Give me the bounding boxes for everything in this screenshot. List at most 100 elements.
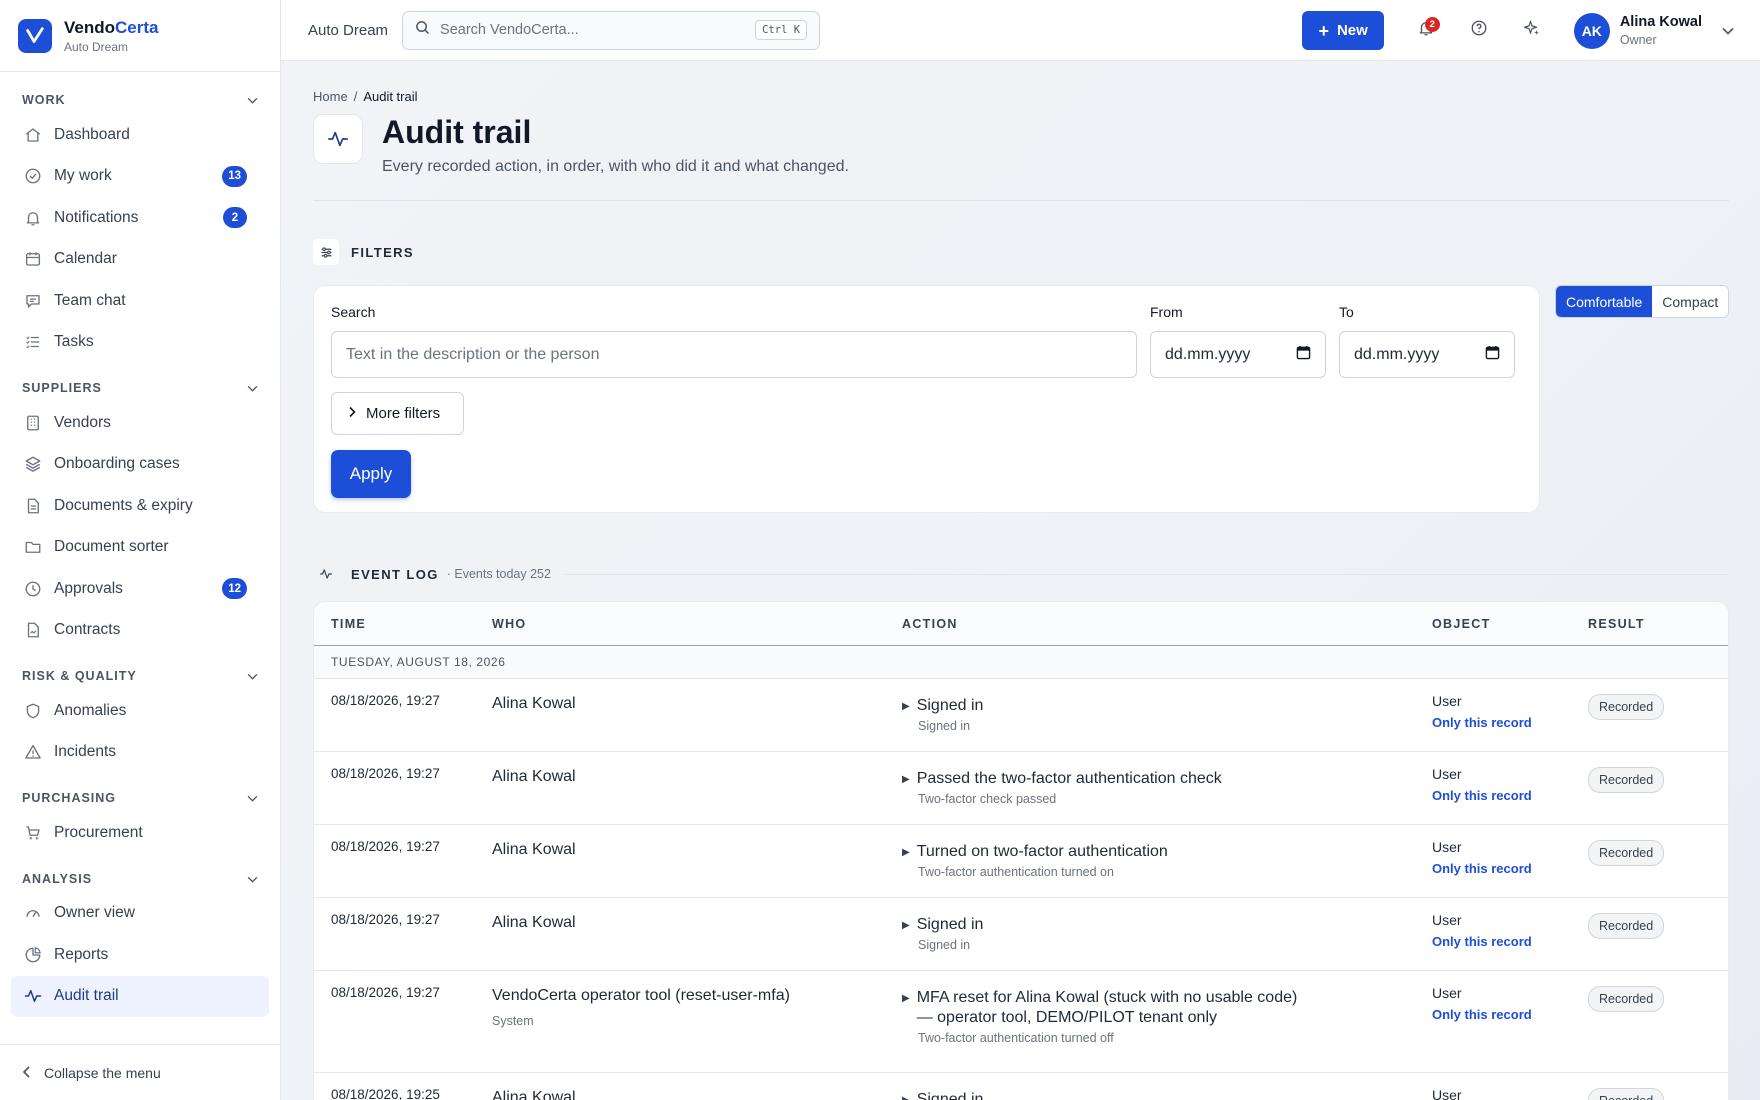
sidebar-item-reports[interactable]: Reports: [0, 934, 269, 976]
expand-triangle-icon[interactable]: ▶: [902, 989, 910, 1007]
sidebar-item-procurement[interactable]: Procurement: [0, 812, 269, 854]
plus-icon: +: [1318, 20, 1329, 41]
chevron-down-icon: [247, 669, 258, 683]
nav-section-work[interactable]: WORK: [0, 86, 280, 114]
activity-icon: [313, 114, 363, 164]
sidebar-item-documents-and-expiry[interactable]: Documents & expiry: [0, 485, 269, 527]
column-header-action[interactable]: ACTION: [902, 617, 1432, 631]
only-this-record-link[interactable]: Only this record: [1432, 934, 1588, 949]
expand-triangle-icon[interactable]: ▶: [902, 916, 910, 934]
apply-button[interactable]: Apply: [331, 450, 411, 498]
notifications-button[interactable]: 2: [1406, 11, 1446, 51]
only-this-record-link[interactable]: Only this record: [1432, 715, 1588, 730]
expand-triangle-icon[interactable]: ▶: [902, 770, 910, 788]
only-this-record-link[interactable]: Only this record: [1432, 1007, 1588, 1022]
chevron-down-icon: [247, 791, 258, 805]
table-row[interactable]: 08/18/2026, 19:27 Alina Kowal ▶ Signed in Si…: [314, 679, 1728, 752]
expand-triangle-icon[interactable]: ▶: [902, 1091, 910, 1100]
sidebar-item-approvals[interactable]: Approvals 12: [0, 568, 269, 610]
sidebar-item-tasks[interactable]: Tasks: [0, 322, 269, 364]
sidebar-item-document-sorter[interactable]: Document sorter: [0, 527, 269, 569]
nav-section-suppliers[interactable]: SUPPLIERS: [0, 374, 280, 402]
collapse-menu-label: Collapse the menu: [44, 1064, 161, 1081]
breadcrumb-home[interactable]: Home: [313, 89, 348, 104]
folder-icon: [24, 538, 42, 556]
density-compact-button[interactable]: Compact: [1652, 286, 1728, 317]
sidebar-item-calendar[interactable]: Calendar: [0, 239, 269, 281]
building-icon: [24, 414, 42, 432]
ai-assistant-button[interactable]: [1512, 11, 1552, 51]
nav-section-analysis[interactable]: ANALYSIS: [0, 865, 280, 893]
sidebar-item-my-work[interactable]: My work 13: [0, 156, 269, 198]
from-date-field[interactable]: dd.mm.yyyy: [1150, 331, 1326, 378]
tenant-name[interactable]: Auto Dream: [308, 22, 388, 39]
sidebar-item-onboarding-cases[interactable]: Onboarding cases: [0, 444, 269, 486]
event-time: 08/18/2026, 19:27: [331, 693, 440, 708]
table-row[interactable]: 08/18/2026, 19:25Alina Kowal▶Signed inSi…: [314, 1073, 1728, 1100]
sidebar-item-notifications[interactable]: Notifications 2: [0, 197, 269, 239]
new-button-label: New: [1336, 22, 1368, 39]
column-header-result[interactable]: RESULT: [1588, 617, 1728, 631]
sidebar-item-contracts[interactable]: Contracts: [0, 610, 269, 652]
event-time: 08/18/2026, 19:27: [331, 766, 440, 781]
brand-name: VendoCerta: [64, 17, 159, 37]
table-row[interactable]: 08/18/2026, 19:27 VendoCerta operator too…: [314, 971, 1728, 1073]
sidebar-item-audit-trail[interactable]: Audit trail: [11, 975, 269, 1017]
user-role: Owner: [1619, 33, 1657, 47]
column-header-who[interactable]: WHO: [492, 617, 902, 631]
brand[interactable]: VendoCerta Auto Dream: [0, 0, 280, 72]
to-date-field[interactable]: dd.mm.yyyy: [1339, 331, 1515, 378]
more-filters-button[interactable]: More filters: [331, 392, 464, 435]
sidebar-item-anomalies[interactable]: Anomalies: [0, 690, 269, 732]
sidebar-item-dashboard[interactable]: Dashboard: [0, 114, 269, 156]
collapse-menu-button[interactable]: Collapse the menu: [0, 1044, 281, 1100]
chevron-down-icon: [247, 93, 258, 107]
action-text: MFA reset for Alina Kowal (stuck with no…: [916, 989, 1298, 1006]
user-menu[interactable]: AK Alina Kowal Owner: [1573, 12, 1734, 49]
event-object: User: [1432, 693, 1462, 709]
actor-type: System: [492, 1014, 534, 1028]
expand-triangle-icon[interactable]: ▶: [902, 697, 910, 715]
nav-section-title: WORK: [22, 93, 66, 107]
pie-icon: [24, 946, 42, 964]
expand-triangle-icon[interactable]: ▶: [902, 843, 910, 861]
table-row[interactable]: 08/18/2026, 19:27 Alina Kowal ▶ Passed the …: [314, 752, 1728, 825]
only-this-record-link[interactable]: Only this record: [1432, 788, 1588, 803]
new-button[interactable]: + New: [1302, 11, 1384, 50]
document-icon: [24, 497, 42, 515]
event-actor: Alina Kowal: [492, 768, 576, 785]
only-this-record-link[interactable]: Only this record: [1432, 861, 1588, 876]
sidebar-item-label: Anomalies: [54, 701, 127, 719]
global-search-input[interactable]: Search VendoCerta... Ctrl K: [402, 10, 821, 50]
density-comfortable-button[interactable]: Comfortable: [1556, 286, 1653, 317]
audit-search-input[interactable]: Text in the description or the person: [331, 331, 1137, 378]
nav-section-risk-and-quality[interactable]: RISK & QUALITY: [0, 662, 280, 690]
brand-tenant: Auto Dream: [64, 39, 129, 54]
sidebar-item-label: Incidents: [54, 743, 117, 761]
sidebar-item-label: Audit trail: [54, 987, 119, 1005]
sidebar-item-label: Dashboard: [54, 125, 130, 143]
calendar-icon[interactable]: [1485, 345, 1500, 365]
action-text: — operator tool, DEMO/PILOT tenant only: [916, 1009, 1217, 1026]
sidebar-item-incidents[interactable]: Incidents: [0, 732, 269, 774]
sidebar-item-owner-view[interactable]: Owner view: [0, 893, 269, 935]
action-summary: Two-factor check passed: [918, 792, 1057, 806]
action-text: Signed in: [916, 1091, 984, 1100]
table-row[interactable]: 08/18/2026, 19:27 Alina Kowal ▶ Turned on t…: [314, 825, 1728, 898]
calendar-icon[interactable]: [1296, 345, 1311, 365]
warning-icon: [24, 743, 42, 761]
event-object: User: [1432, 1087, 1462, 1100]
divider: [564, 573, 1729, 575]
column-header-object[interactable]: OBJECT: [1432, 617, 1588, 631]
help-button[interactable]: [1459, 11, 1499, 51]
filters-heading: FILTERS: [313, 239, 1729, 265]
nav-section-purchasing[interactable]: PURCHASING: [0, 784, 280, 812]
sidebar-item-team-chat[interactable]: Team chat: [0, 280, 269, 322]
column-header-time[interactable]: TIME: [314, 617, 492, 631]
table-row[interactable]: 08/18/2026, 19:27 Alina Kowal ▶ Signed in Si…: [314, 898, 1728, 971]
cart-icon: [24, 824, 42, 842]
sidebar-item-label: Documents & expiry: [54, 496, 193, 514]
action-text: Signed in: [916, 697, 984, 714]
sidebar-item-vendors[interactable]: Vendors: [0, 402, 269, 444]
event-object: User: [1432, 985, 1462, 1001]
